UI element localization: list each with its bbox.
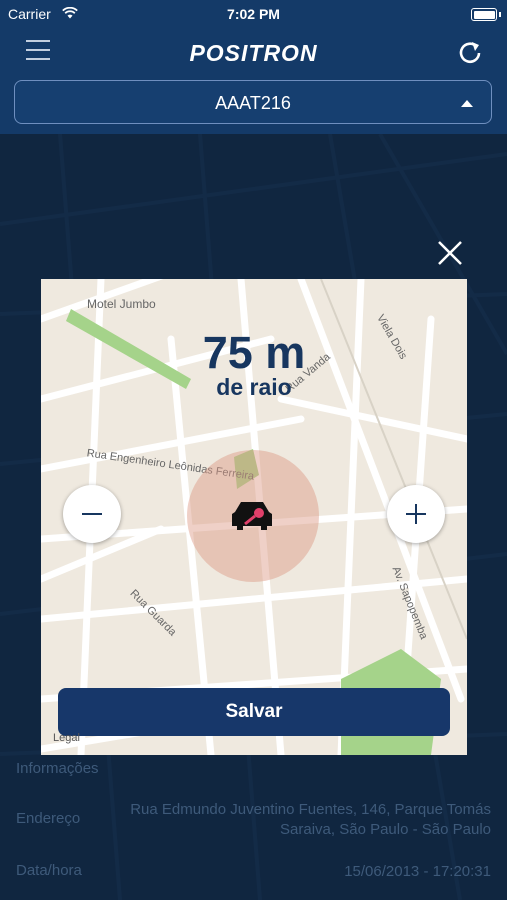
- datetime-label: Data/hora: [16, 862, 82, 879]
- battery-icon: [471, 8, 501, 21]
- map-label-motel: Motel Jumbo: [87, 297, 156, 311]
- radius-label: de raio: [216, 374, 292, 400]
- radius-dialog: Rua Engenheiro Leônidas Ferreira Rua Gua…: [41, 279, 467, 755]
- status-bar: Carrier 7:02 PM: [0, 0, 507, 28]
- minus-icon: [82, 513, 102, 515]
- address-label: Endereço: [16, 810, 81, 827]
- app-header: POSITRON AAAT216: [0, 28, 507, 134]
- app-logo: POSITRON: [189, 40, 318, 66]
- zoom-out-button[interactable]: [63, 485, 121, 543]
- info-section-title: Informações: [16, 760, 99, 777]
- refresh-icon[interactable]: [455, 38, 485, 68]
- datetime-value: 15/06/2013 - 17:20:31: [344, 863, 491, 880]
- clock: 7:02 PM: [227, 6, 280, 22]
- save-button[interactable]: Salvar: [58, 688, 450, 736]
- vehicle-plate: AAAT216: [215, 93, 291, 113]
- close-icon[interactable]: [436, 239, 464, 267]
- vehicle-selector[interactable]: AAAT216: [14, 80, 492, 124]
- zoom-in-button[interactable]: [387, 485, 445, 543]
- radius-value: 75 m: [202, 327, 306, 378]
- map-legal-link[interactable]: Legal: [53, 732, 80, 744]
- chevron-up-icon: [461, 100, 473, 107]
- address-value: Rua Edmundo Juventino Fuentes, 146, Parq…: [130, 801, 491, 838]
- car-key-icon: [232, 502, 272, 530]
